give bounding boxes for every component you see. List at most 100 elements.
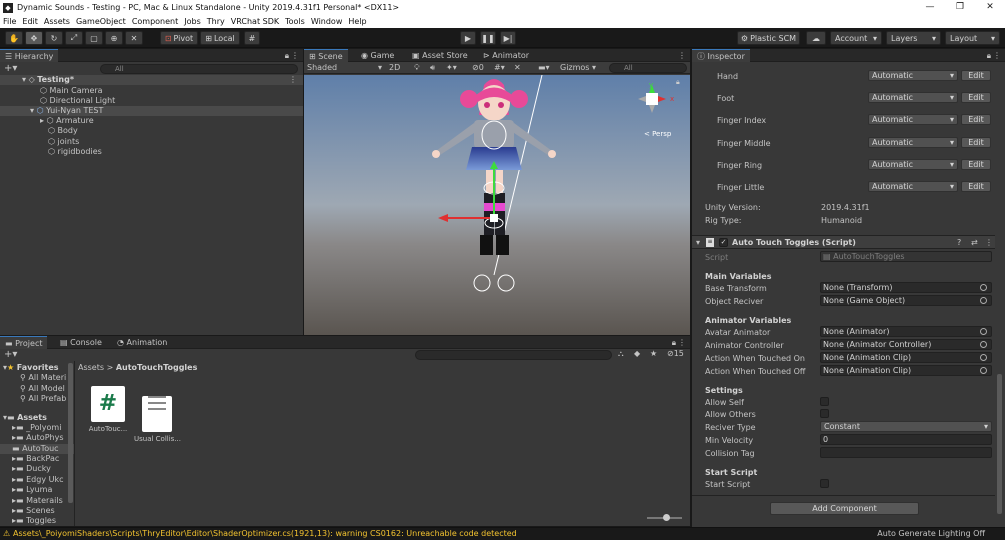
menu-file[interactable]: File [3,17,16,26]
favorite-item[interactable]: ⚲ All Prefab [0,394,74,404]
maximize-icon[interactable]: ❐ [945,0,975,15]
hierarchy-item[interactable]: ▸ ⬡ Armature [0,116,303,126]
bone-mapping-dropdown[interactable]: Automatic ▾ [868,137,958,148]
lock-icon[interactable]: 🔒︎ [987,51,991,61]
scene-row[interactable]: ▾ ◇ Testing* ⋮ [0,75,303,85]
rotate-tool-icon[interactable]: ↻ [45,31,63,45]
perspective-label[interactable]: < Persp [644,130,671,138]
tree-scrollbar[interactable] [68,363,73,503]
shading-dropdown[interactable]: Shaded ▾ [307,63,382,72]
add-component-button[interactable]: Add Component [770,502,919,515]
move-tool-icon[interactable]: ✥ [25,31,43,45]
transform-tool-icon[interactable]: ⊕ [105,31,123,45]
pivot-toggle[interactable]: ⊡ Pivot [160,31,198,45]
asset-folder-selected[interactable]: ▬ AutoTouc [0,444,74,454]
asset-folder[interactable]: ▸▬ Scenes [0,506,74,516]
edit-button[interactable]: Edit [961,70,991,81]
min-velocity-input[interactable]: 0 [820,434,992,445]
scale-tool-icon[interactable]: ⤢ [65,31,83,45]
project-search-input[interactable] [415,350,612,360]
object-picker-icon[interactable] [980,354,987,361]
hidden-count[interactable]: ⊘0 [472,63,484,72]
effects-icon[interactable]: ✦▾ [446,63,457,72]
more-options-icon[interactable]: ⋮ [678,338,686,347]
hand-tool-icon[interactable]: ✋ [5,31,23,45]
lock-icon[interactable]: 🔒︎ [676,78,680,87]
tab-asset-store[interactable]: ▣ Asset Store [407,49,473,62]
hierarchy-item[interactable]: ⬡ rigidbodies [0,147,303,157]
allow-self-checkbox[interactable] [820,397,829,406]
breadcrumb-current[interactable]: AutoTouchToggles [116,363,198,372]
favorite-item[interactable]: ⚲ All Materi [0,373,74,383]
allow-others-checkbox[interactable] [820,409,829,418]
tab-hierarchy[interactable]: ☰ Hierarchy [0,49,59,62]
hierarchy-item[interactable]: ⬡ Main Camera [0,86,303,96]
more-options-icon[interactable]: ⋮ [985,238,993,247]
assets-header[interactable]: ▾▬ Assets [0,413,74,423]
inspector-scrollbar[interactable] [997,374,1002,514]
layers-dropdown[interactable]: Layers ▾ [886,31,941,45]
breadcrumb-root[interactable]: Assets [78,363,104,372]
touched-off-field[interactable]: None (Animation Clip) [820,365,992,376]
tools-icon[interactable]: ✕ [514,63,521,72]
2d-toggle[interactable]: 2D [389,63,400,72]
object-picker-icon[interactable] [980,284,987,291]
reciver-type-dropdown[interactable]: Constant ▾ [820,421,992,432]
object-picker-icon[interactable] [980,297,987,304]
create-button[interactable]: +▾ [4,349,17,360]
more-options-icon[interactable]: ⋮ [291,51,299,60]
object-picker-icon[interactable] [980,367,987,374]
layout-dropdown[interactable]: Layout ▾ [945,31,1000,45]
object-picker-icon[interactable] [980,341,987,348]
asset-folder[interactable]: ▸▬ Toggles [0,516,74,526]
bone-mapping-dropdown[interactable]: Automatic ▾ [868,92,958,103]
menu-vrchat-sdk[interactable]: VRChat SDK [231,17,279,26]
status-warning-message[interactable]: Assets\_PoiyomiShaders\Scripts\ThryEdito… [13,528,517,540]
cloud-icon[interactable]: ☁ [806,31,826,45]
menu-tools[interactable]: Tools [285,17,305,26]
favorites-header[interactable]: ▾★ Favorites [0,363,74,373]
grid-toggle-icon[interactable]: #▾ [494,63,505,72]
filter-type-icon[interactable]: ⛬ [618,349,624,359]
play-button[interactable]: ▶ [460,31,476,45]
more-options-icon[interactable]: ⋮ [993,51,1001,60]
touched-on-field[interactable]: None (Animation Clip) [820,352,992,363]
edit-button[interactable]: Edit [961,159,991,170]
object-picker-icon[interactable] [980,328,987,335]
grid-snap-icon[interactable]: # [244,31,260,45]
create-button[interactable]: +▾ [4,63,17,74]
bone-mapping-dropdown[interactable]: Automatic ▾ [868,70,958,81]
edit-button[interactable]: Edit [961,92,991,103]
minimize-icon[interactable]: — [915,0,945,15]
favorite-item[interactable]: ⚲ All Model [0,384,74,394]
hidden-packages[interactable]: ⊘15 [667,349,684,358]
account-dropdown[interactable]: Account ▾ [830,31,882,45]
more-options-icon[interactable]: ⋮ [289,75,297,85]
menu-window[interactable]: Window [311,17,343,26]
collision-tag-input[interactable] [820,447,992,458]
menu-assets[interactable]: Assets [44,17,70,26]
hierarchy-item-selected[interactable]: ▾ ⬡ Yui-Nyan TEST [0,106,303,116]
slider-handle[interactable] [663,514,670,521]
tab-project[interactable]: ▬ Project [0,336,48,349]
edit-button[interactable]: Edit [961,181,991,192]
hierarchy-item[interactable]: ⬡ Body [0,126,303,136]
tab-game[interactable]: ◉ Game [356,49,399,62]
filter-label-icon[interactable]: ◆ [634,349,640,358]
asset-folder[interactable]: ▸▬ Materails [0,496,74,506]
close-icon[interactable]: ✕ [975,0,1005,15]
edit-button[interactable]: Edit [961,137,991,148]
rect-tool-icon[interactable]: ▢ [85,31,103,45]
asset-file[interactable]: Usual Collis... [134,386,181,443]
tab-inspector[interactable]: ⓘ Inspector [692,49,750,62]
gizmos-dropdown[interactable]: Gizmos ▾ [560,63,604,72]
asset-folder[interactable]: ▸▬ AutoPhys [0,433,74,443]
menu-gameobject[interactable]: GameObject [76,17,126,26]
component-header[interactable]: ▾ ≡ ✓ Auto Touch Toggles (Script) ? ⇄ ⋮ [692,235,995,249]
menu-jobs[interactable]: Jobs [184,17,201,26]
icon-size-slider[interactable] [647,514,682,521]
help-icon[interactable]: ? [957,238,961,247]
lock-icon[interactable]: 🔒︎ [285,51,289,61]
tab-scene[interactable]: ⊞ Scene [304,49,348,62]
preset-icon[interactable]: ⇄ [971,238,978,247]
